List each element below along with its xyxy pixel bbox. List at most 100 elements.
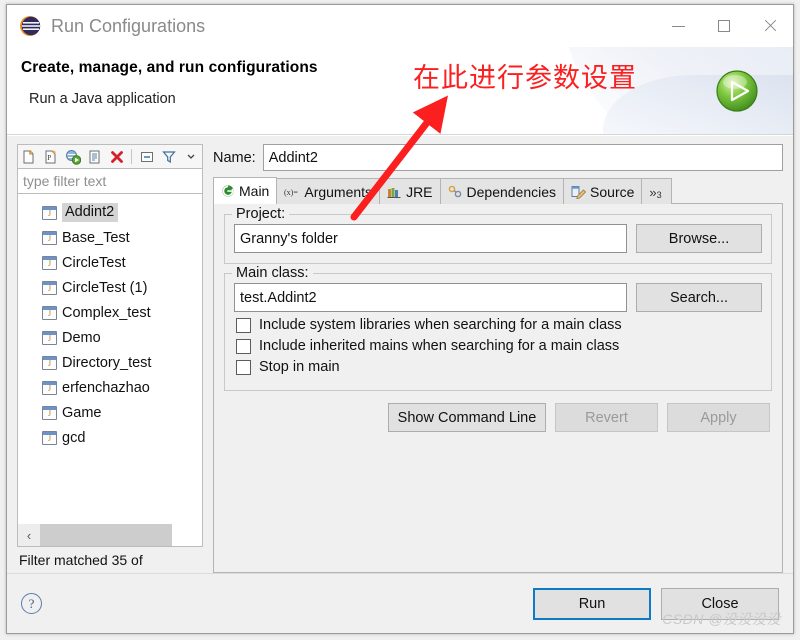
tab-main[interactable]: Main bbox=[213, 177, 278, 204]
project-input[interactable]: Granny's folder bbox=[234, 224, 627, 253]
tree-item-label: Addint2 bbox=[62, 203, 119, 222]
filter-input[interactable]: type filter text bbox=[17, 168, 203, 194]
tree-item[interactable]: Complex_test bbox=[18, 300, 202, 325]
tab-dependencies[interactable]: Dependencies bbox=[439, 178, 565, 204]
toolbar-separator bbox=[131, 149, 133, 164]
close-icon bbox=[763, 19, 777, 33]
tree-item-label: Directory_test bbox=[62, 354, 152, 371]
tree-item[interactable]: Base_Test bbox=[18, 225, 202, 250]
minimize-button[interactable] bbox=[655, 5, 701, 47]
tree-item[interactable]: erfenchazhao bbox=[18, 375, 202, 400]
project-row: Granny's folder Browse... bbox=[234, 224, 762, 253]
configurations-tree-list: Addint2 Base_Test CircleTest CircleTest (1)… bbox=[18, 194, 202, 450]
new-configuration-icon[interactable] bbox=[20, 147, 39, 167]
arguments-tab-icon: (x)= bbox=[284, 185, 300, 199]
tree-item-label: Complex_test bbox=[62, 304, 151, 321]
main-class-group-label: Main class: bbox=[232, 265, 313, 281]
project-group: Project: Granny's folder Browse... bbox=[224, 206, 772, 264]
checkbox-row[interactable]: Include system libraries when searching … bbox=[236, 317, 762, 333]
screenshot-root: Run Configurations Create, manage, and r… bbox=[0, 0, 800, 640]
java-application-icon bbox=[42, 255, 57, 270]
tab-overflow-count: 3 bbox=[656, 190, 662, 200]
java-application-icon bbox=[42, 380, 57, 395]
revert-button: Revert bbox=[555, 403, 658, 432]
main-class-input[interactable]: test.Addint2 bbox=[234, 283, 627, 312]
maximize-icon bbox=[718, 20, 730, 32]
tab-label: Main bbox=[239, 183, 270, 199]
checkbox-row[interactable]: Stop in main bbox=[236, 359, 762, 375]
dialog-footer: ? Run Close CSDN @没没没没 bbox=[7, 573, 793, 633]
help-question-icon[interactable]: ? bbox=[21, 593, 42, 614]
view-menu-chevron-icon[interactable] bbox=[181, 147, 200, 167]
tree-item[interactable]: Directory_test bbox=[18, 350, 202, 375]
export-icon[interactable] bbox=[86, 147, 105, 167]
tab-bar: Main (x)= Arguments JRE Dependencies Source » 3 bbox=[213, 177, 783, 204]
tree-item-label: Base_Test bbox=[62, 229, 130, 246]
tree-item[interactable]: CircleTest bbox=[18, 250, 202, 275]
scroll-left-arrow-icon[interactable]: ‹ bbox=[18, 524, 40, 546]
project-group-label: Project: bbox=[232, 206, 290, 222]
checkbox-input[interactable] bbox=[236, 359, 251, 375]
tree-item[interactable]: Game bbox=[18, 400, 202, 425]
scrollbar-thumb[interactable] bbox=[40, 524, 172, 546]
filter-icon[interactable] bbox=[159, 147, 178, 167]
title-bar: Run Configurations bbox=[7, 5, 793, 47]
java-application-icon bbox=[42, 205, 57, 220]
name-input[interactable]: Addint2 bbox=[262, 144, 783, 171]
checkbox-label: Include system libraries when searching … bbox=[259, 317, 622, 333]
tree-item[interactable]: Demo bbox=[18, 325, 202, 350]
java-application-icon bbox=[42, 280, 57, 295]
main-class-group: Main class: test.Addint2 Search... Inclu… bbox=[224, 265, 772, 391]
run-button[interactable]: Run bbox=[533, 587, 651, 620]
editor-action-row: Show Command Line Revert Apply bbox=[224, 403, 772, 432]
name-row: Name: Addint2 bbox=[213, 144, 783, 171]
tab-source[interactable]: Source bbox=[563, 178, 643, 204]
tab-jre[interactable]: JRE bbox=[379, 178, 441, 204]
close-button[interactable] bbox=[747, 5, 793, 47]
maximize-button[interactable] bbox=[701, 5, 747, 47]
dialog-banner: Create, manage, and run configurations R… bbox=[7, 47, 793, 135]
checkbox-label: Stop in main bbox=[259, 359, 340, 375]
java-application-icon bbox=[42, 230, 57, 245]
tree-item[interactable]: Addint2 bbox=[18, 200, 202, 225]
tab-overflow-button[interactable]: » 3 bbox=[641, 178, 672, 204]
project-value: Granny's folder bbox=[240, 230, 338, 247]
dependencies-tab-icon bbox=[448, 185, 463, 199]
tab-label: Dependencies bbox=[466, 183, 557, 200]
tree-horizontal-scrollbar[interactable]: ‹ bbox=[18, 524, 202, 546]
configuration-editor: Name: Addint2 Main (x)= Arguments JRE Depend… bbox=[213, 144, 783, 573]
java-application-icon bbox=[42, 330, 57, 345]
java-application-icon bbox=[42, 305, 57, 320]
tree-item-label: erfenchazhao bbox=[62, 379, 150, 396]
delete-icon[interactable] bbox=[108, 147, 127, 167]
search-button[interactable]: Search... bbox=[636, 283, 762, 312]
name-label: Name: bbox=[213, 149, 256, 166]
collapse-all-icon[interactable] bbox=[137, 147, 156, 167]
main-class-options: Include system libraries when searching … bbox=[234, 317, 762, 375]
filter-placeholder: type filter text bbox=[23, 173, 107, 189]
tab-label: Source bbox=[590, 183, 635, 200]
tree-item[interactable]: CircleTest (1) bbox=[18, 275, 202, 300]
configurations-tree[interactable]: Addint2 Base_Test CircleTest CircleTest (1)… bbox=[17, 194, 203, 547]
java-application-icon bbox=[42, 355, 57, 370]
checkbox-label: Include inherited mains when searching f… bbox=[259, 338, 620, 354]
checkbox-input[interactable] bbox=[236, 338, 251, 354]
window-controls bbox=[655, 5, 793, 47]
banner-title: Create, manage, and run configurations bbox=[21, 59, 318, 76]
duplicate-run-icon[interactable] bbox=[64, 147, 83, 167]
main-tab-panel: Project: Granny's folder Browse... Main … bbox=[213, 203, 783, 573]
tree-item-label: gcd bbox=[62, 429, 86, 446]
new-prototype-icon[interactable]: P bbox=[42, 147, 61, 167]
browse-button[interactable]: Browse... bbox=[636, 224, 762, 253]
checkbox-row[interactable]: Include inherited mains when searching f… bbox=[236, 338, 762, 354]
svg-text:(x)=: (x)= bbox=[284, 188, 298, 197]
apply-button: Apply bbox=[667, 403, 770, 432]
tree-item-label: CircleTest (1) bbox=[62, 279, 148, 296]
tree-item[interactable]: gcd bbox=[18, 425, 202, 450]
checkbox-input[interactable] bbox=[236, 317, 251, 333]
tab-arguments[interactable]: (x)= Arguments bbox=[276, 178, 381, 204]
configurations-toolbar: P bbox=[17, 144, 203, 168]
tab-label: Arguments bbox=[304, 183, 373, 200]
show-command-line-button[interactable]: Show Command Line bbox=[388, 403, 546, 432]
configurations-panel: P type filter text J Addint2 J Base_Test… bbox=[17, 144, 203, 573]
